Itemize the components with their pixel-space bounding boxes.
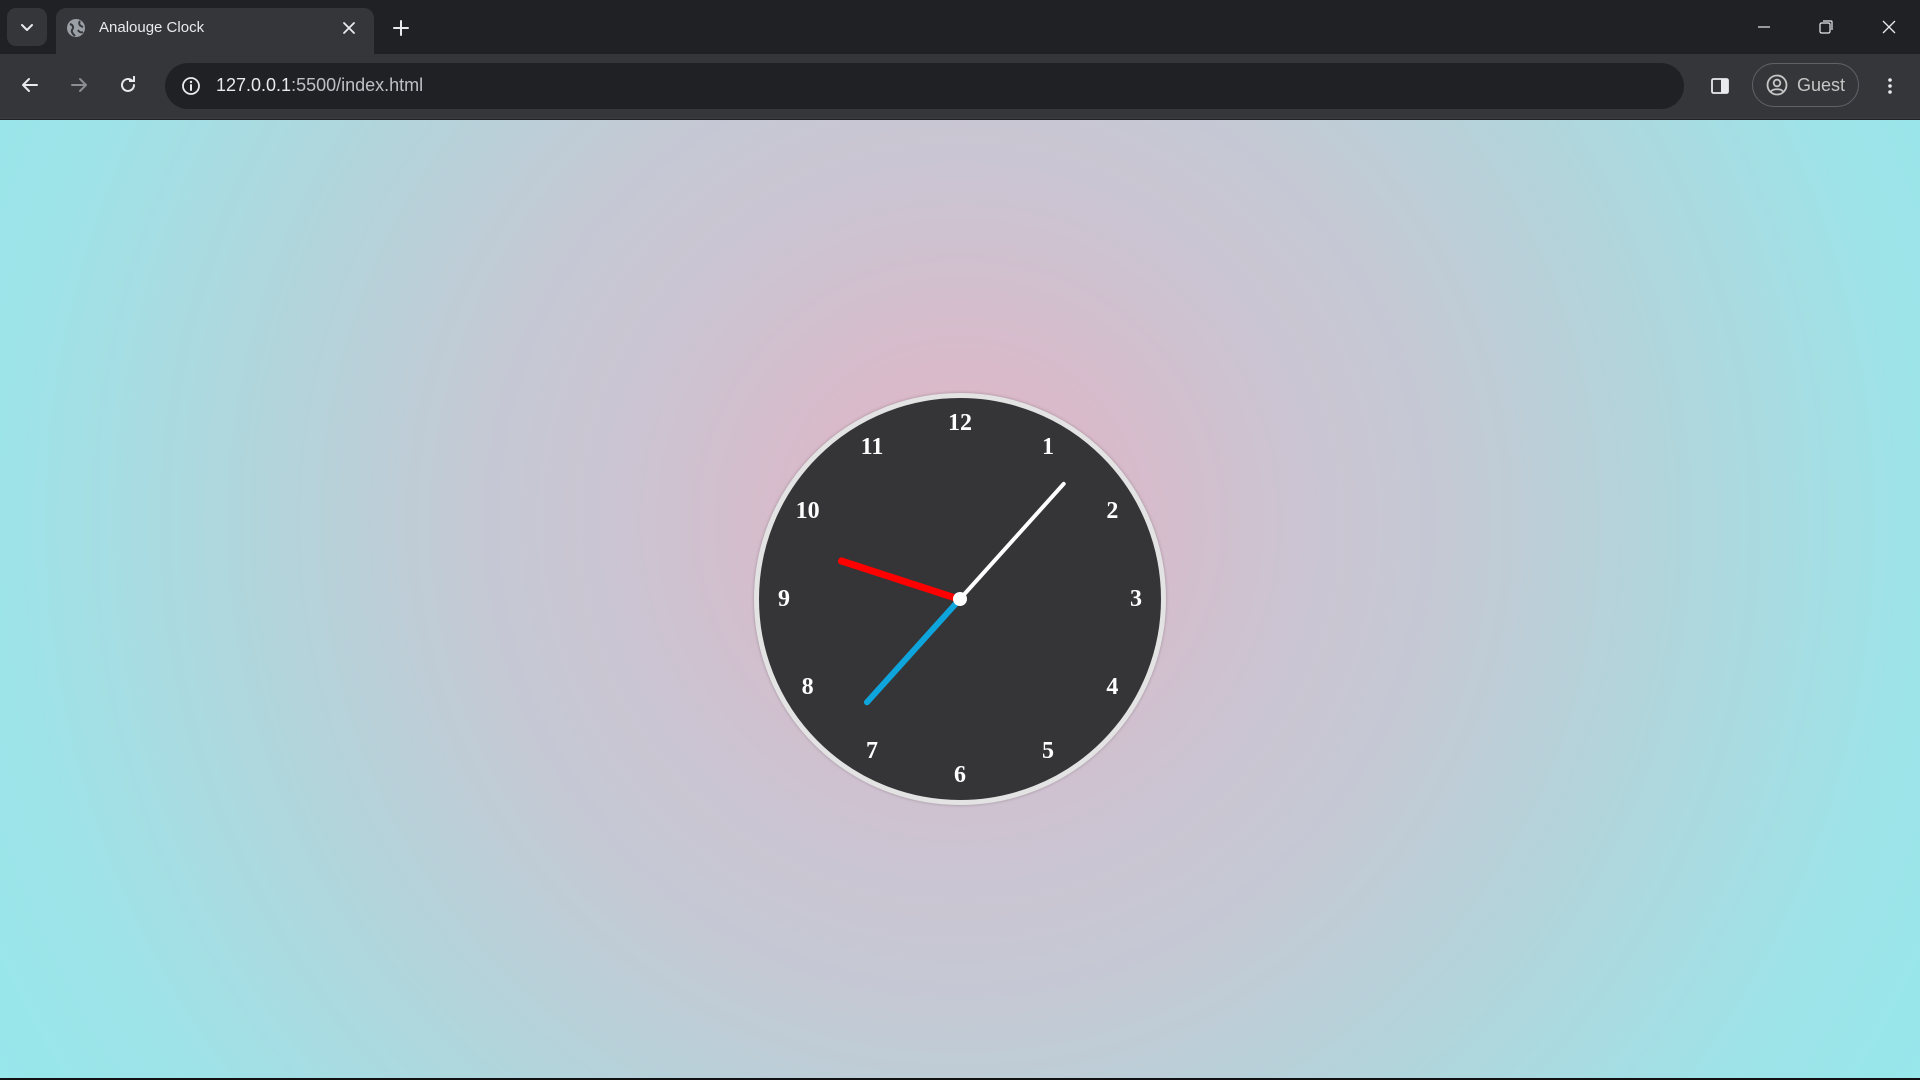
arrow-left-icon: [22, 78, 38, 92]
reload-icon: [121, 76, 135, 92]
globe-icon: [67, 19, 85, 37]
side-panel-icon: [1711, 78, 1729, 94]
profile-button[interactable]: Guest: [1752, 63, 1859, 107]
close-icon: [343, 22, 355, 34]
forward-button[interactable]: [61, 67, 97, 103]
hour-hand: [837, 556, 962, 603]
side-panel-button[interactable]: [1702, 68, 1738, 104]
tab-title: Analouge Clock: [99, 19, 205, 36]
clock-number-11: 11: [860, 433, 884, 460]
site-info-button[interactable]: [179, 74, 203, 98]
clock-number-4: 4: [1106, 674, 1119, 700]
tab-search-button[interactable]: [7, 8, 47, 46]
restore-button[interactable]: [1795, 0, 1857, 54]
account-circle-icon: [1765, 73, 1789, 97]
minimize-button[interactable]: [1733, 0, 1795, 54]
back-button[interactable]: [12, 67, 48, 103]
close-window-button[interactable]: [1858, 0, 1920, 54]
browser-window: Analouge Clock 127.0.0.1:5500/index.html…: [0, 0, 1920, 1080]
clock-number-2: 2: [1106, 498, 1119, 524]
address-bar[interactable]: 127.0.0.1:5500/index.html: [165, 63, 1684, 109]
restore-icon: [1819, 20, 1833, 34]
minimize-icon: [1758, 26, 1770, 28]
clock-number-12: 12: [948, 410, 972, 436]
clock-number-3: 3: [1130, 586, 1142, 612]
profile-label: Guest: [1797, 74, 1846, 95]
clock-number-5: 5: [1042, 738, 1054, 765]
clock-number-7: 7: [866, 738, 878, 765]
tab-close-button[interactable]: [338, 17, 360, 39]
clock-center-dot: [953, 592, 967, 606]
url-path: :5500/index.html: [291, 75, 424, 95]
clock-number-8: 8: [801, 674, 814, 700]
second-hand: [958, 480, 1067, 601]
page-viewport: 11 10 9 8 7 6 5 4 3 2 1 12: [0, 120, 1920, 1078]
tab-active[interactable]: Analouge Clock: [56, 8, 374, 54]
minute-hand: [862, 596, 963, 707]
arrow-right-icon: [71, 78, 87, 92]
new-tab-button[interactable]: [386, 13, 416, 43]
kebab-menu-icon: [1888, 78, 1892, 94]
clock-number-1: 1: [1042, 433, 1054, 460]
reload-button[interactable]: [110, 67, 146, 103]
toolbar: 127.0.0.1:5500/index.html Guest: [0, 54, 1920, 119]
close-icon: [1882, 20, 1896, 34]
url-host: 127.0.0.1: [216, 75, 292, 95]
url-text[interactable]: 127.0.0.1:5500/index.html: [216, 75, 423, 96]
browser-menu-button[interactable]: [1872, 68, 1908, 104]
clock-number-9: 9: [778, 586, 790, 612]
clock-number-6: 6: [954, 762, 966, 788]
clock-number-10: 10: [795, 498, 820, 524]
plus-icon: [393, 20, 409, 36]
tab-strip: Analouge Clock: [0, 0, 1920, 54]
info-icon: [182, 77, 200, 95]
chevron-down-icon: [21, 24, 33, 31]
analog-clock-face: 11 10 9 8 7 6 5 4 3 2 1 12: [754, 393, 1166, 805]
